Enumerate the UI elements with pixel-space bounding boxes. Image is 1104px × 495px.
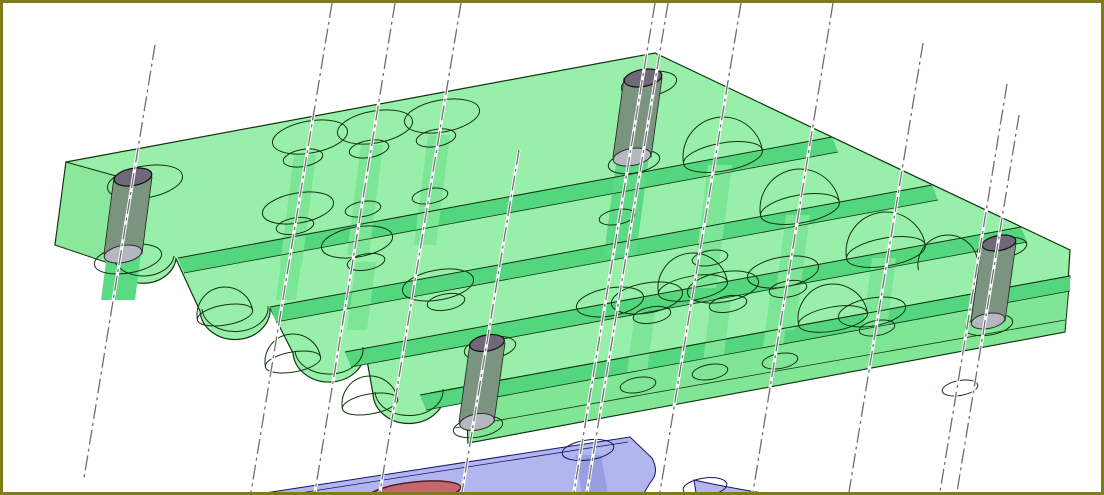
blue-plate[interactable] — [264, 436, 763, 494]
cad-viewport[interactable] — [0, 0, 1104, 495]
cad-3d-scene[interactable] — [0, 0, 1104, 495]
